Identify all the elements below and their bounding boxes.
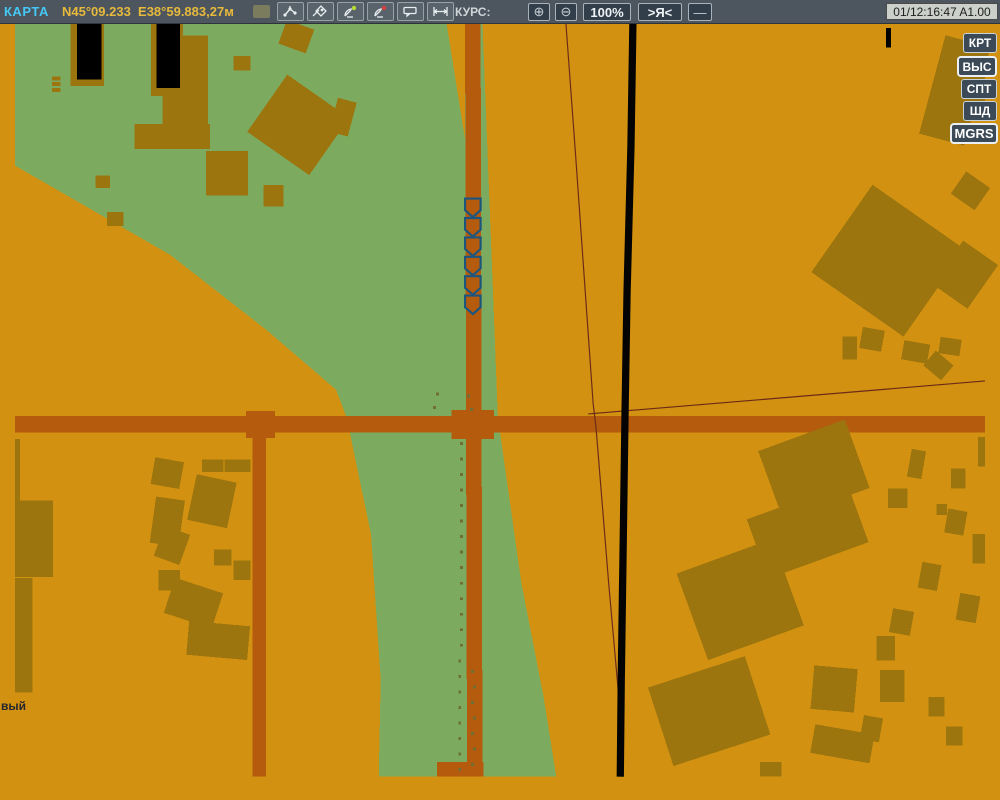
road-vertical-main <box>465 24 483 777</box>
building <box>134 123 210 150</box>
building <box>842 336 857 360</box>
building <box>886 27 891 48</box>
building <box>15 500 53 577</box>
building <box>888 608 915 636</box>
satellite-green-button[interactable] <box>337 2 364 21</box>
building <box>972 534 985 564</box>
satellite-dish-green-icon <box>344 5 357 18</box>
dash-button[interactable]: — <box>688 3 712 21</box>
building <box>15 439 20 503</box>
building <box>978 437 985 467</box>
building <box>859 715 884 743</box>
side-button-mgrs[interactable]: MGRS <box>950 123 998 144</box>
map-application: КАРТА N45°09.233 E38°59.883,27м КУРС: ⊕ … <box>0 0 1000 800</box>
satellite-red-button[interactable] <box>367 2 394 21</box>
status-indicator <box>253 5 270 18</box>
side-button-vys[interactable]: ВЫС <box>957 56 997 77</box>
map-canvas[interactable]: вый <box>0 24 1000 800</box>
building <box>859 326 885 352</box>
ruler-icon <box>433 7 448 16</box>
building <box>810 665 858 713</box>
building <box>946 726 963 746</box>
building <box>150 457 184 490</box>
building <box>51 88 61 92</box>
side-button-krt[interactable]: КРТ <box>963 33 997 53</box>
building <box>876 636 895 661</box>
app-title: КАРТА <box>4 4 49 19</box>
center-on-self-button[interactable]: >Я< <box>638 3 682 21</box>
building <box>15 577 33 693</box>
building <box>233 56 251 71</box>
building <box>77 24 102 80</box>
building <box>944 508 968 536</box>
side-button-shd[interactable]: ШД <box>963 101 997 121</box>
building <box>263 185 284 207</box>
course-label: КУРС: <box>455 5 491 19</box>
message-button[interactable] <box>397 2 424 21</box>
zoom-level-button[interactable]: 100% <box>583 3 631 21</box>
compass-button[interactable] <box>307 2 334 21</box>
building <box>938 336 962 357</box>
building <box>213 549 232 566</box>
road-vertical-west <box>252 432 267 777</box>
building <box>928 697 945 717</box>
zoom-in-button[interactable]: ⊕ <box>528 3 550 21</box>
map-graphics <box>15 24 999 777</box>
building <box>202 459 224 473</box>
message-icon <box>403 6 417 18</box>
building <box>951 468 966 489</box>
route-button[interactable] <box>277 2 304 21</box>
building <box>51 82 61 87</box>
place-label: вый <box>1 699 27 713</box>
building <box>186 620 251 661</box>
building <box>206 151 248 196</box>
building <box>759 762 782 777</box>
building <box>95 175 111 188</box>
building <box>224 459 251 473</box>
satellite-dish-red-icon <box>374 5 387 18</box>
measure-button[interactable] <box>427 2 454 21</box>
building <box>233 560 251 580</box>
compass-icon <box>312 5 327 17</box>
toolbar: КАРТА N45°09.233 E38°59.883,27м КУРС: ⊕ … <box>0 0 1000 24</box>
zoom-out-button[interactable]: ⊖ <box>555 3 577 21</box>
building <box>880 670 905 703</box>
timestamp: 01/12:16:47 A1.00 <box>886 3 998 20</box>
road-junction-main <box>451 410 495 440</box>
building <box>888 488 908 509</box>
building <box>936 504 948 515</box>
building <box>51 76 61 81</box>
building <box>107 212 124 226</box>
route-icon <box>283 6 297 17</box>
building <box>156 24 180 89</box>
side-button-spt[interactable]: СПТ <box>961 79 997 99</box>
cursor-coordinates: N45°09.233 E38°59.883,27м <box>62 4 234 19</box>
